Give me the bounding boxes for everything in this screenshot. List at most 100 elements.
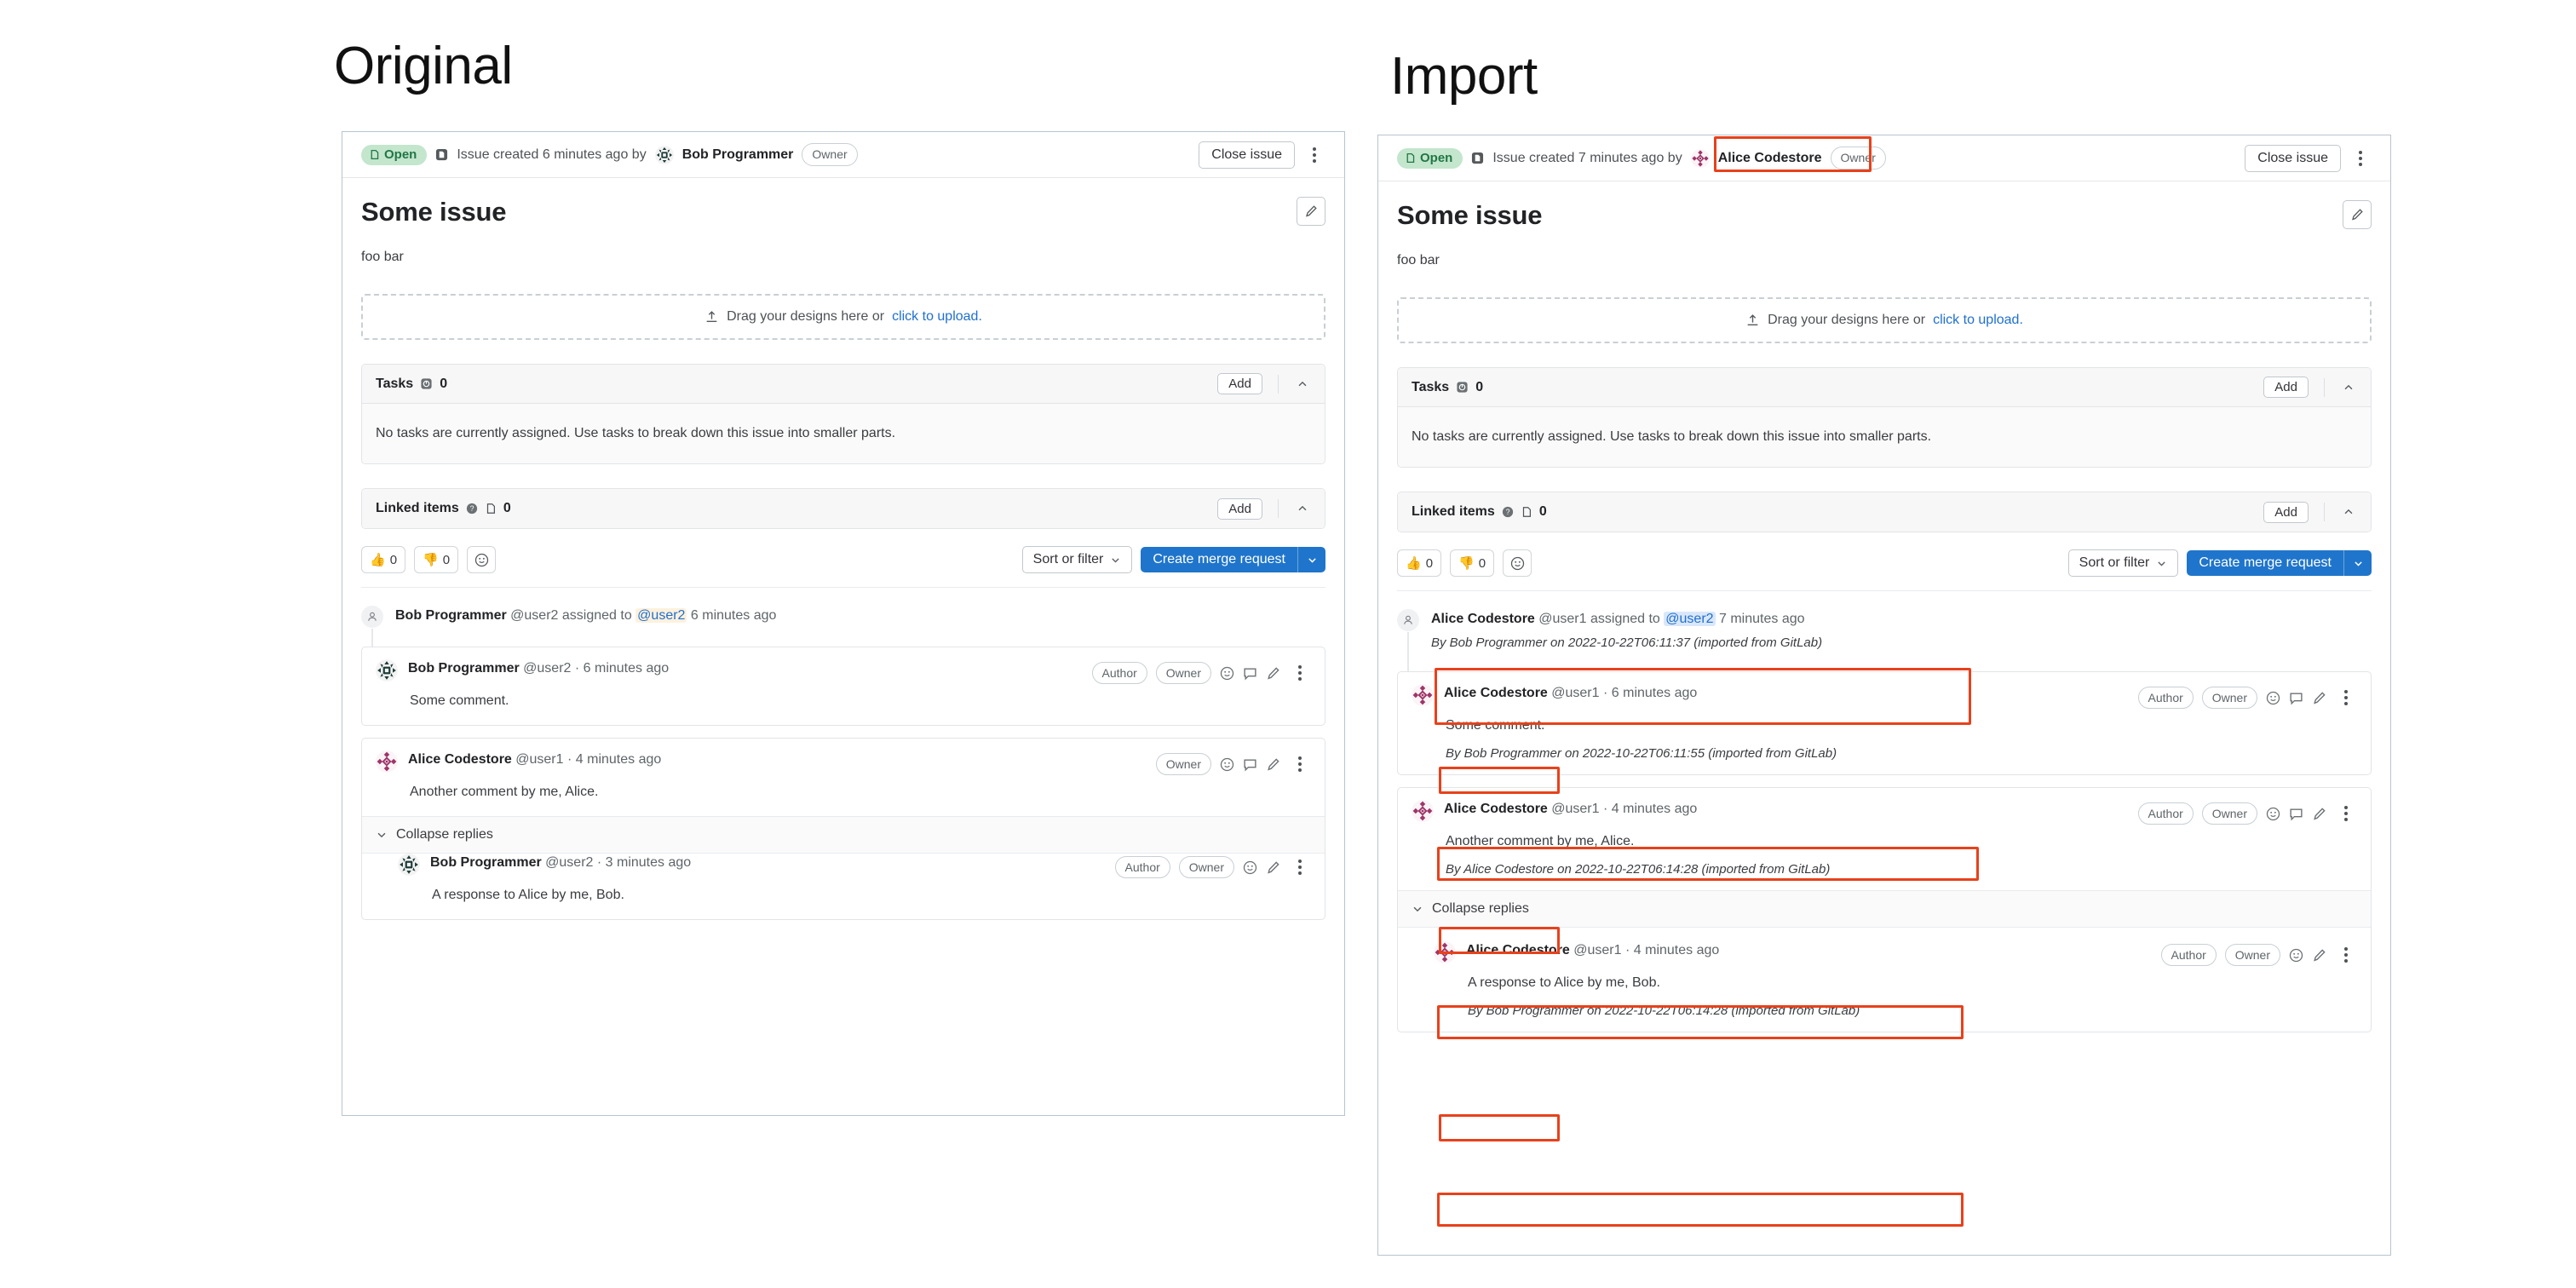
edit-title-button[interactable] xyxy=(1297,197,1325,226)
reply-bubble-icon[interactable] xyxy=(1243,666,1257,681)
chevron-up-icon[interactable] xyxy=(1294,500,1311,517)
comment-author[interactable]: Bob Programmer xyxy=(408,661,520,676)
emoji-smiley-icon xyxy=(1510,556,1525,571)
chevron-up-icon[interactable] xyxy=(2340,503,2357,520)
create-merge-request-button[interactable]: Create merge request xyxy=(2187,550,2343,576)
thumbs-down-button[interactable]: 👎 0 xyxy=(1450,549,1495,577)
comment-note: Alice Codestore @user1 · 6 minutes ago A… xyxy=(1397,671,2372,776)
thumbs-up-button[interactable]: 👍 0 xyxy=(361,546,406,573)
kebab-menu-icon[interactable] xyxy=(1289,660,1311,686)
owner-badge: Owner xyxy=(2224,943,2280,967)
owner-badge: Owner xyxy=(1830,147,1886,170)
system-note-author[interactable]: Bob Programmer xyxy=(395,608,507,623)
comment-actions: Owner xyxy=(1155,750,1311,777)
reply-bubble-icon[interactable] xyxy=(1243,757,1257,772)
edit-title-button[interactable] xyxy=(2343,200,2372,229)
owner-badge: Owner xyxy=(1155,661,1211,685)
create-merge-request-split-button[interactable]: Create merge request xyxy=(1141,547,1325,572)
task-icon xyxy=(1456,381,1469,394)
sort-or-filter-button[interactable]: Sort or filter xyxy=(2067,549,2179,577)
chevron-up-icon[interactable] xyxy=(2340,379,2357,396)
add-reaction-button[interactable] xyxy=(467,546,497,573)
pencil-icon[interactable] xyxy=(2312,691,2326,705)
pencil-icon[interactable] xyxy=(1266,666,1280,681)
reply-bubble-icon[interactable] xyxy=(2289,691,2303,705)
comment-actions: Author Owner xyxy=(2137,800,2357,826)
comment-author[interactable]: Alice Codestore xyxy=(1444,686,1548,700)
linked-items-widget: Linked items ? 0 Add xyxy=(1397,492,2372,532)
add-reaction-button[interactable] xyxy=(1503,549,1532,577)
pencil-icon[interactable] xyxy=(2312,948,2326,963)
create-merge-request-dropdown[interactable] xyxy=(2344,550,2372,576)
page-title: Some issue xyxy=(361,197,507,227)
reply-bubble-icon[interactable] xyxy=(2289,807,2303,821)
kebab-menu-icon[interactable] xyxy=(2335,685,2357,710)
system-note-mention[interactable]: @user2 xyxy=(1664,612,1716,626)
tasks-count: 0 xyxy=(440,376,448,391)
create-merge-request-button[interactable]: Create merge request xyxy=(1141,547,1297,572)
create-merge-request-split-button[interactable]: Create merge request xyxy=(2187,550,2372,576)
system-note-mention[interactable]: @user2 xyxy=(635,608,687,623)
system-note: Bob Programmer @user2 assigned to @user2… xyxy=(361,605,1325,647)
user-silhouette-icon xyxy=(361,606,383,628)
emoji-smiley-icon[interactable] xyxy=(1243,860,1257,875)
help-circle-icon[interactable]: ? xyxy=(466,503,478,515)
author-badge: Author xyxy=(1091,661,1147,685)
pencil-icon[interactable] xyxy=(1266,860,1280,875)
chevron-up-icon[interactable] xyxy=(1294,376,1311,393)
tasks-widget-header: Tasks 0 Add xyxy=(362,365,1325,404)
kebab-menu-icon[interactable] xyxy=(2349,146,2372,171)
comment-author[interactable]: Alice Codestore xyxy=(1444,802,1548,816)
emoji-smiley-icon[interactable] xyxy=(1220,666,1234,681)
dropzone-upload-link[interactable]: click to upload. xyxy=(1933,313,2023,328)
system-note-author[interactable]: Alice Codestore xyxy=(1431,612,1535,626)
comment-time: 4 minutes ago xyxy=(575,752,662,767)
pencil-icon[interactable] xyxy=(1266,757,1280,772)
comment-import-attribution: By Alice Codestore on 2022-10-22T06:14:2… xyxy=(1446,862,1831,877)
kebab-menu-icon[interactable] xyxy=(1289,751,1311,777)
kebab-menu-icon[interactable] xyxy=(1289,854,1311,880)
tasks-add-button[interactable]: Add xyxy=(1217,373,1262,394)
comment-author-line: Alice Codestore @user1 · 4 minutes ago xyxy=(408,750,1146,769)
author-badge: Author xyxy=(2137,802,2194,825)
create-merge-request-dropdown[interactable] xyxy=(1298,547,1325,572)
upload-icon xyxy=(704,310,719,325)
issue-author-name[interactable]: Alice Codestore xyxy=(1718,151,1822,166)
comment-handle: @user1 xyxy=(1551,802,1600,817)
issue-author-name[interactable]: Bob Programmer xyxy=(682,147,794,163)
emoji-smiley-icon[interactable] xyxy=(2266,807,2280,821)
thumbs-down-count: 0 xyxy=(1478,555,1486,571)
tasks-empty-state: No tasks are currently assigned. Use tas… xyxy=(362,404,1325,463)
thumbs-down-button[interactable]: 👎 0 xyxy=(414,546,459,573)
activity-feed: Alice Codestore @user1 assigned to @user… xyxy=(1397,590,2372,1033)
emoji-smiley-icon[interactable] xyxy=(2289,948,2303,963)
design-dropzone[interactable]: Drag your designs here or click to uploa… xyxy=(361,294,1325,340)
comment-author[interactable]: Alice Codestore xyxy=(1466,943,1570,957)
system-note-text: Alice Codestore @user1 assigned to @user… xyxy=(1431,608,1822,653)
tasks-add-button[interactable]: Add xyxy=(2263,377,2309,398)
thumbs-up-icon: 👍 xyxy=(1406,556,1422,571)
linked-items-add-button[interactable]: Add xyxy=(2263,501,2309,523)
close-issue-button[interactable]: Close issue xyxy=(1199,141,1295,169)
issue-title-row: Some issue xyxy=(1397,181,2372,231)
thumbs-up-button[interactable]: 👍 0 xyxy=(1397,549,1442,577)
emoji-smiley-icon[interactable] xyxy=(2266,691,2280,705)
emoji-smiley-icon[interactable] xyxy=(1220,757,1234,772)
kebab-menu-icon[interactable] xyxy=(2335,942,2357,968)
design-dropzone[interactable]: Drag your designs here or click to uploa… xyxy=(1397,297,2372,343)
pencil-icon[interactable] xyxy=(2312,807,2326,821)
comment-author[interactable]: Alice Codestore xyxy=(408,752,512,767)
linked-items-add-button[interactable]: Add xyxy=(1217,497,1262,520)
collapse-replies-row[interactable]: Collapse replies xyxy=(1398,890,2371,929)
kebab-menu-icon[interactable] xyxy=(2335,801,2357,826)
help-circle-icon[interactable]: ? xyxy=(1502,506,1514,518)
tasks-label: Tasks xyxy=(1412,379,1450,394)
close-issue-button[interactable]: Close issue xyxy=(2245,144,2341,172)
comment-author[interactable]: Bob Programmer xyxy=(430,855,542,870)
comment-body: A response to Alice by me, Bob. xyxy=(1468,975,1660,991)
dropzone-upload-link[interactable]: click to upload. xyxy=(892,309,982,325)
avatar xyxy=(376,750,398,773)
sort-or-filter-button[interactable]: Sort or filter xyxy=(1021,546,1133,573)
kebab-menu-icon[interactable] xyxy=(1303,142,1325,168)
linked-items-count: 0 xyxy=(1538,504,1547,519)
